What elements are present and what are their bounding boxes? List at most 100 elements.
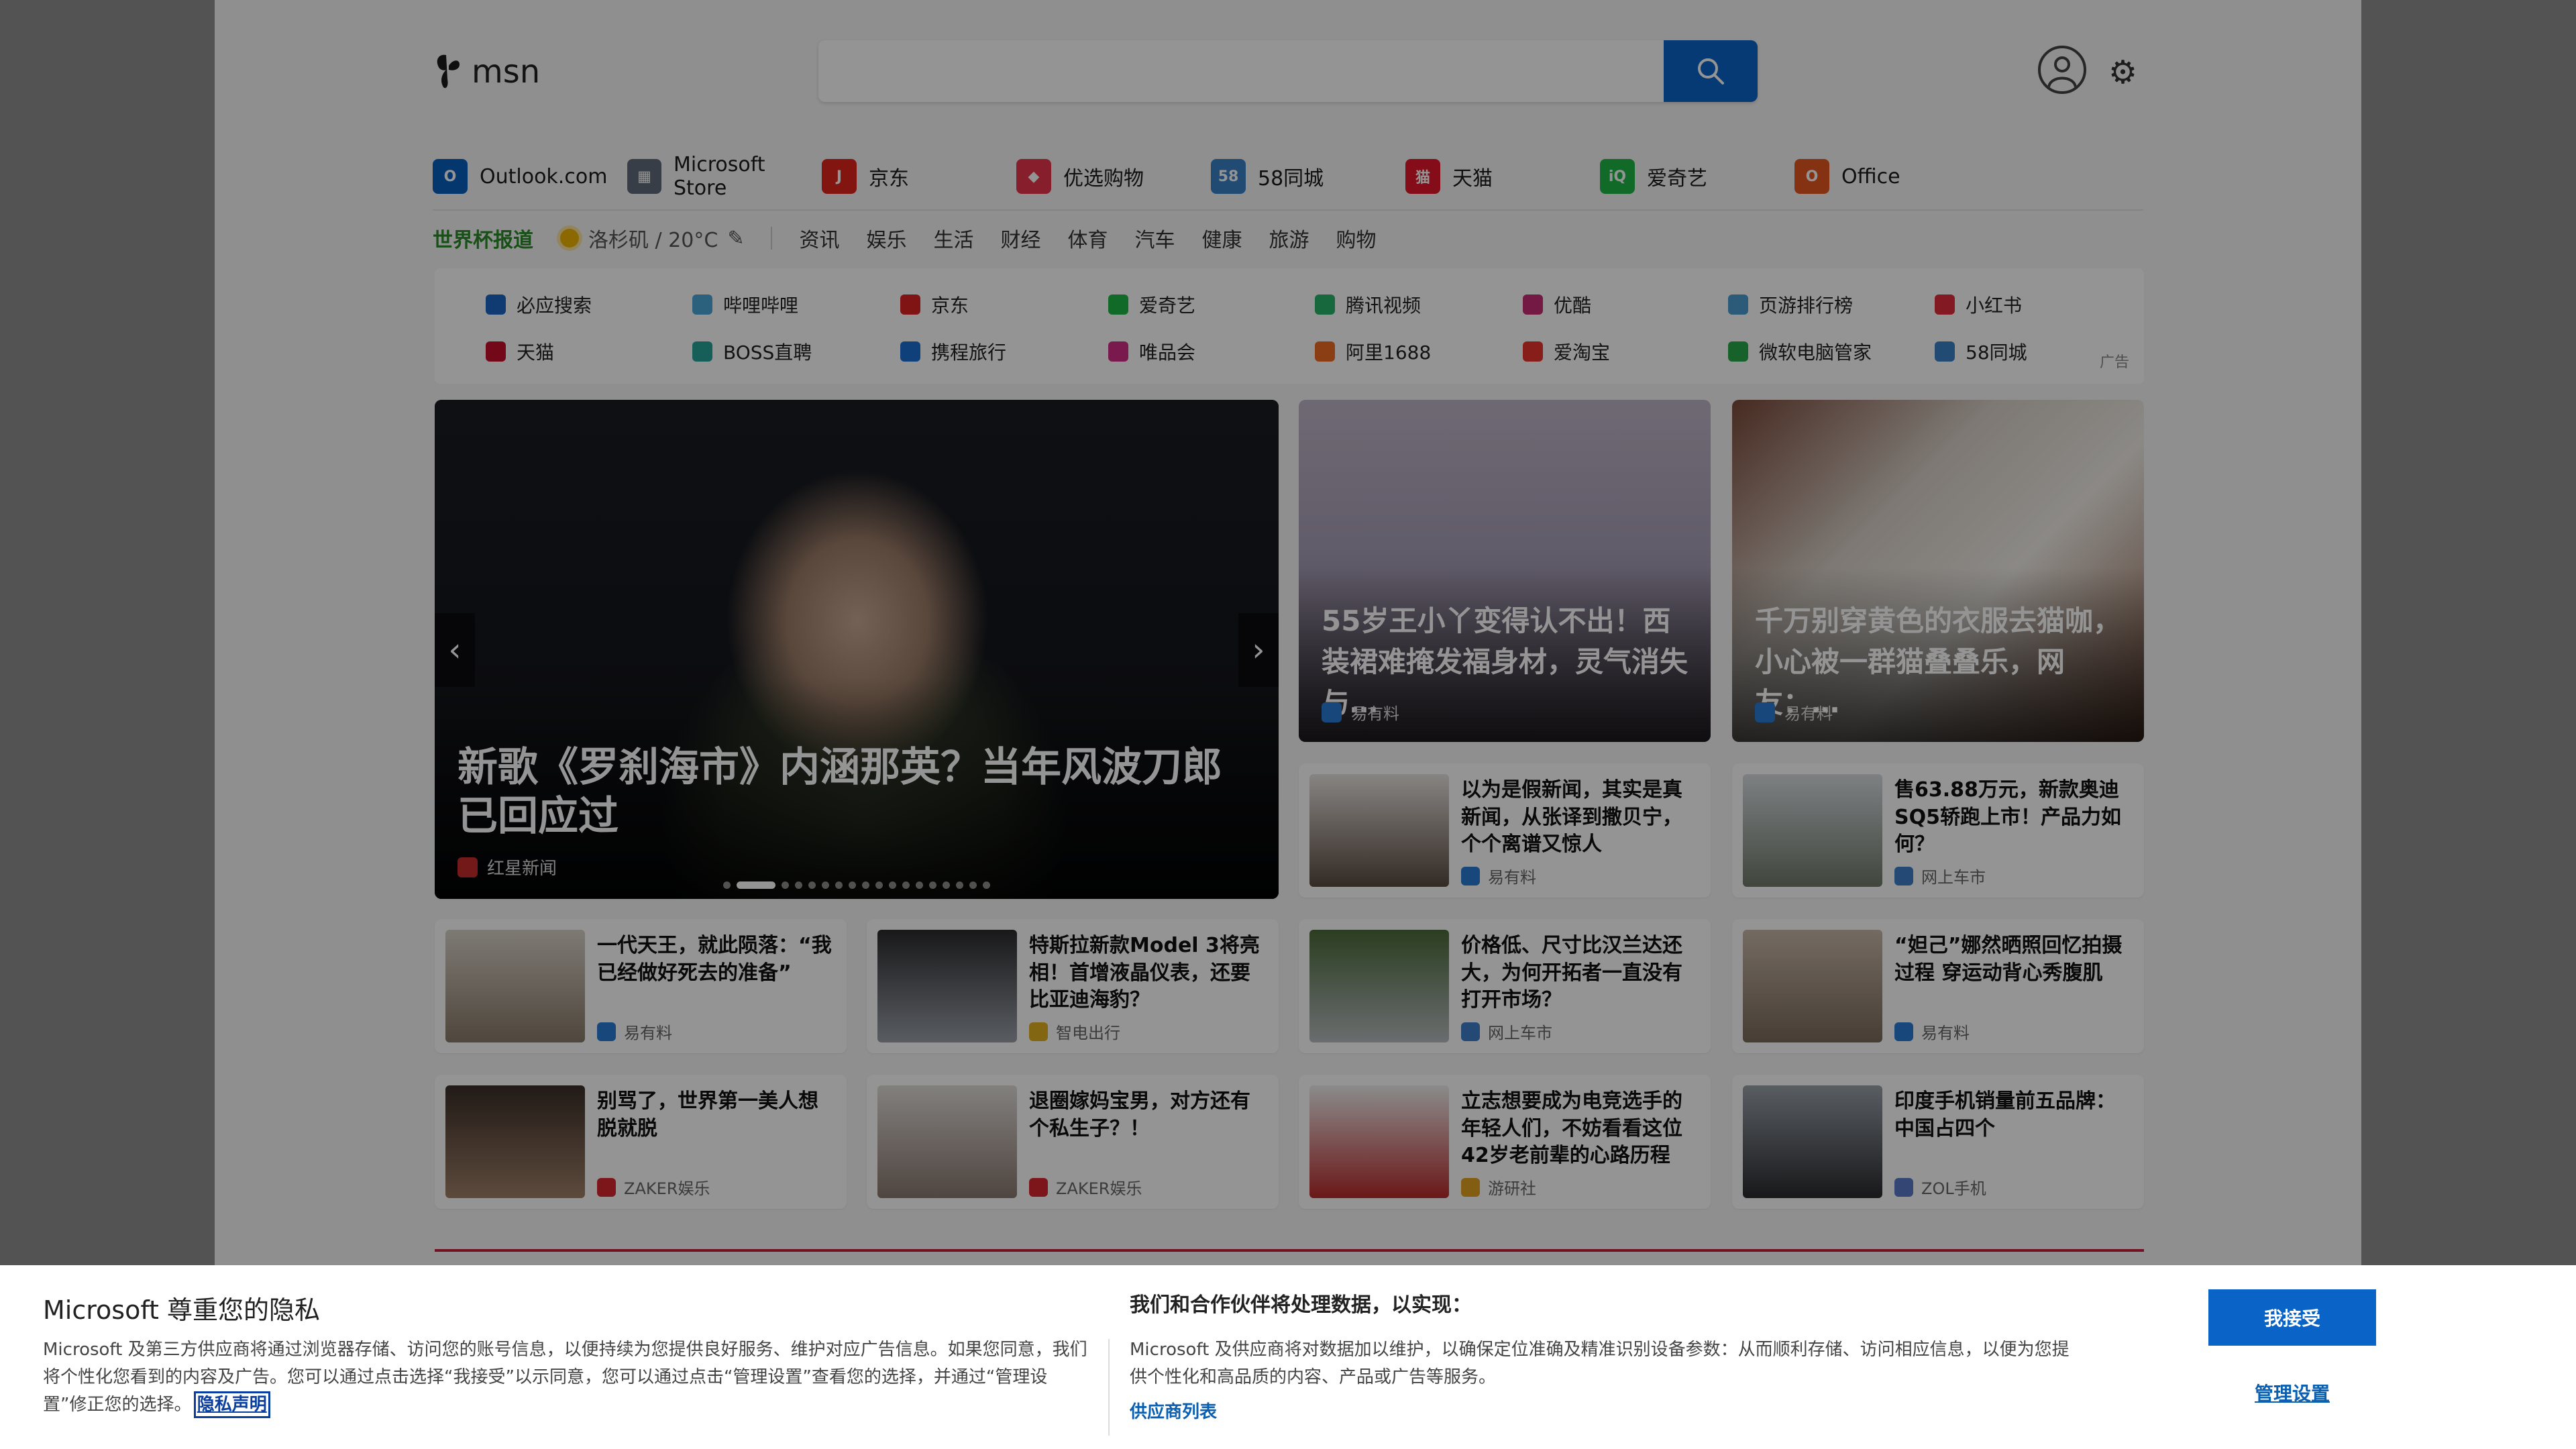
- nav-item-auto[interactable]: 汽车: [1134, 223, 1175, 253]
- app-shortcut[interactable]: iQ 爱奇艺: [1600, 159, 1794, 194]
- quick-link-icon: [1108, 341, 1128, 362]
- nav-item-news[interactable]: 资讯: [799, 223, 839, 253]
- carousel-dot[interactable]: [983, 881, 990, 889]
- nav-item-travel[interactable]: 旅游: [1269, 223, 1309, 253]
- news-card[interactable]: 退圈嫁妈宝男，对方还有个私生子？！ ZAKER娱乐: [867, 1075, 1279, 1209]
- carousel-dot[interactable]: [822, 881, 829, 889]
- quick-link[interactable]: 58同城: [1935, 338, 2027, 365]
- carousel-dot[interactable]: [956, 881, 963, 889]
- app-shortcut[interactable]: O Outlook.com: [433, 159, 627, 194]
- news-card[interactable]: 立志想要成为电竞选手的年轻人们，不妨看看这位42岁老前辈的心路历程游研社: [1299, 1075, 1711, 1209]
- news-title[interactable]: 以为是假新闻，其实是真新闻，从张译到撒贝宁，个个离谱又惊人: [1461, 777, 1696, 859]
- nav-item-finance[interactable]: 财经: [1000, 223, 1040, 253]
- carousel-dot[interactable]: [969, 881, 977, 889]
- quick-link[interactable]: 阿里1688: [1315, 338, 1431, 365]
- news-source: 游研社: [1461, 1175, 1536, 1199]
- news-card[interactable]: “妲己”娜然晒照回忆拍摄过程 穿运动背心秀腹肌 易有料: [1732, 919, 2144, 1053]
- msn-logo[interactable]: msn: [433, 48, 540, 95]
- manage-settings-link[interactable]: 管理设置: [2208, 1373, 2376, 1413]
- quick-link[interactable]: 小红书: [1935, 291, 2022, 318]
- quick-link[interactable]: BOSS直聘: [692, 338, 812, 365]
- quick-link[interactable]: 优酷: [1523, 291, 1591, 318]
- quick-link[interactable]: 爱淘宝: [1523, 338, 1610, 365]
- quick-link[interactable]: 腾讯视频: [1315, 291, 1421, 318]
- news-thumbnail: [1309, 930, 1449, 1042]
- news-title[interactable]: 特斯拉新款Model 3将亮相！首增液晶仪表，还要比亚迪海豹？: [1029, 932, 1264, 1014]
- carousel-dot[interactable]: [737, 881, 775, 889]
- carousel-dot[interactable]: [889, 881, 896, 889]
- pencil-icon[interactable]: ✎: [727, 227, 744, 250]
- search-input[interactable]: [818, 40, 1664, 102]
- app-shortcut[interactable]: J 京东: [822, 159, 1016, 194]
- news-card[interactable]: 特斯拉新款Model 3将亮相！首增液晶仪表，还要比亚迪海豹？ 智电出行: [867, 919, 1279, 1053]
- app-shortcut[interactable]: O Office: [1794, 159, 1989, 194]
- nav-item-health[interactable]: 健康: [1201, 223, 1242, 253]
- news-card[interactable]: 一代天王，就此陨落：“我已经做好死去的准备” 易有料: [435, 919, 847, 1053]
- carousel-next-arrow-icon[interactable]: ›: [1238, 613, 1279, 687]
- news-card[interactable]: 以为是假新闻，其实是真新闻，从张译到撒贝宁，个个离谱又惊人 易有料: [1299, 763, 1711, 898]
- source-badge-icon: [1894, 1177, 1913, 1197]
- news-title[interactable]: 价格低、尺寸比汉兰达还大，为何开拓者一直没有打开市场？: [1461, 932, 1696, 1014]
- carousel-dot[interactable]: [862, 881, 869, 889]
- quick-link[interactable]: 携程旅行: [900, 338, 1006, 365]
- feature-card-2[interactable]: 千万别穿黄色的衣服去猫咖，小心被一群猫叠叠乐，网友：… 易有料: [1732, 400, 2144, 742]
- feature-card-1[interactable]: 55岁王小丫变得认不出！西装裙难掩发福身材，灵气消失与… 易有料: [1299, 400, 1711, 742]
- nav-item-entertainment[interactable]: 娱乐: [866, 223, 906, 253]
- hero-title[interactable]: 新歌《罗刹海市》内涵那英？当年风波刀郎已回应过: [458, 743, 1249, 841]
- hero-source: 红星新闻: [458, 855, 557, 879]
- carousel-dot[interactable]: [875, 881, 883, 889]
- app-shortcut[interactable]: 猫天猫: [1405, 159, 1600, 194]
- carousel-dot[interactable]: [795, 881, 802, 889]
- news-title[interactable]: 一代天王，就此陨落：“我已经做好死去的准备”: [597, 932, 832, 987]
- weather-widget[interactable]: 洛杉矶 / 20°C ✎: [560, 223, 744, 253]
- source-badge-icon: [597, 1022, 616, 1041]
- settings-gear-icon[interactable]: ⚙: [2108, 56, 2137, 89]
- quick-link[interactable]: 页游排行榜: [1728, 291, 1853, 318]
- news-card[interactable]: 售63.88万元，新款奥迪SQ5轿跑上市！产品力如何？ 网上车市: [1732, 763, 2144, 898]
- quick-link[interactable]: 天猫: [486, 338, 554, 365]
- nav-item-life[interactable]: 生活: [933, 223, 973, 253]
- carousel-dot[interactable]: [902, 881, 910, 889]
- carousel-prev-arrow-icon[interactable]: ‹: [435, 613, 475, 687]
- quick-link[interactable]: 哔哩哔哩: [692, 291, 798, 318]
- news-title[interactable]: 退圈嫁妈宝男，对方还有个私生子？！: [1029, 1088, 1264, 1142]
- carousel-dot[interactable]: [849, 881, 856, 889]
- news-title[interactable]: 别骂了，世界第一美人想脱就脱: [597, 1088, 832, 1142]
- app-shortcut[interactable]: ◆ 优选购物: [1016, 159, 1211, 194]
- quick-link[interactable]: 必应搜索: [486, 291, 592, 318]
- carousel-dot[interactable]: [723, 881, 731, 889]
- news-title[interactable]: 售63.88万元，新款奥迪SQ5轿跑上市！产品力如何？: [1894, 777, 2129, 859]
- news-title[interactable]: 立志想要成为电竞选手的年轻人们，不妨看看这位42岁老前辈的心路历程: [1461, 1088, 1696, 1170]
- news-source: ZOL手机: [1894, 1175, 1986, 1199]
- nav-worldcup[interactable]: 世界杯报道: [433, 223, 533, 253]
- privacy-statement-link[interactable]: 隐私声明: [193, 1391, 270, 1419]
- nav-item-sports[interactable]: 体育: [1067, 223, 1108, 253]
- quick-link[interactable]: 爱奇艺: [1108, 291, 1195, 318]
- source-badge-icon: [1894, 1022, 1913, 1041]
- carousel-dot[interactable]: [916, 881, 923, 889]
- search-button[interactable]: [1664, 40, 1758, 102]
- app-shortcut[interactable]: 58 58同城: [1211, 159, 1405, 194]
- carousel-dot[interactable]: [835, 881, 843, 889]
- quick-link[interactable]: 京东: [900, 291, 969, 318]
- user-avatar-icon[interactable]: [2038, 46, 2086, 94]
- quick-link[interactable]: 微软电脑管家: [1728, 338, 1872, 365]
- vendor-list-link[interactable]: 供应商列表: [1130, 1398, 1217, 1423]
- nav-item-shopping[interactable]: 购物: [1336, 223, 1376, 253]
- privacy-heading-2: 我们和合作伙伴将处理数据，以实现：: [1130, 1293, 1472, 1317]
- news-card[interactable]: 价格低、尺寸比汉兰达还大，为何开拓者一直没有打开市场？ 网上车市: [1299, 919, 1711, 1053]
- news-thumbnail: [1743, 1085, 1882, 1198]
- hero-carousel[interactable]: 新歌《罗刹海市》内涵那英？当年风波刀郎已回应过 红星新闻 ‹ ›: [435, 400, 1279, 899]
- quick-link-label: 唯品会: [1139, 341, 1196, 364]
- carousel-dot[interactable]: [782, 881, 789, 889]
- news-title[interactable]: 印度手机销量前五品牌：中国占四个: [1894, 1088, 2129, 1142]
- app-shortcut[interactable]: ▦ Microsoft Store: [627, 153, 822, 200]
- news-title[interactable]: “妲己”娜然晒照回忆拍摄过程 穿运动背心秀腹肌: [1894, 932, 2129, 987]
- carousel-dot[interactable]: [808, 881, 816, 889]
- accept-button[interactable]: 我接受: [2208, 1289, 2376, 1346]
- carousel-dot[interactable]: [943, 881, 950, 889]
- news-card[interactable]: 别骂了，世界第一美人想脱就脱 ZAKER娱乐: [435, 1075, 847, 1209]
- news-card[interactable]: 印度手机销量前五品牌：中国占四个 ZOL手机: [1732, 1075, 2144, 1209]
- quick-link[interactable]: 唯品会: [1108, 338, 1195, 365]
- carousel-dot[interactable]: [929, 881, 936, 889]
